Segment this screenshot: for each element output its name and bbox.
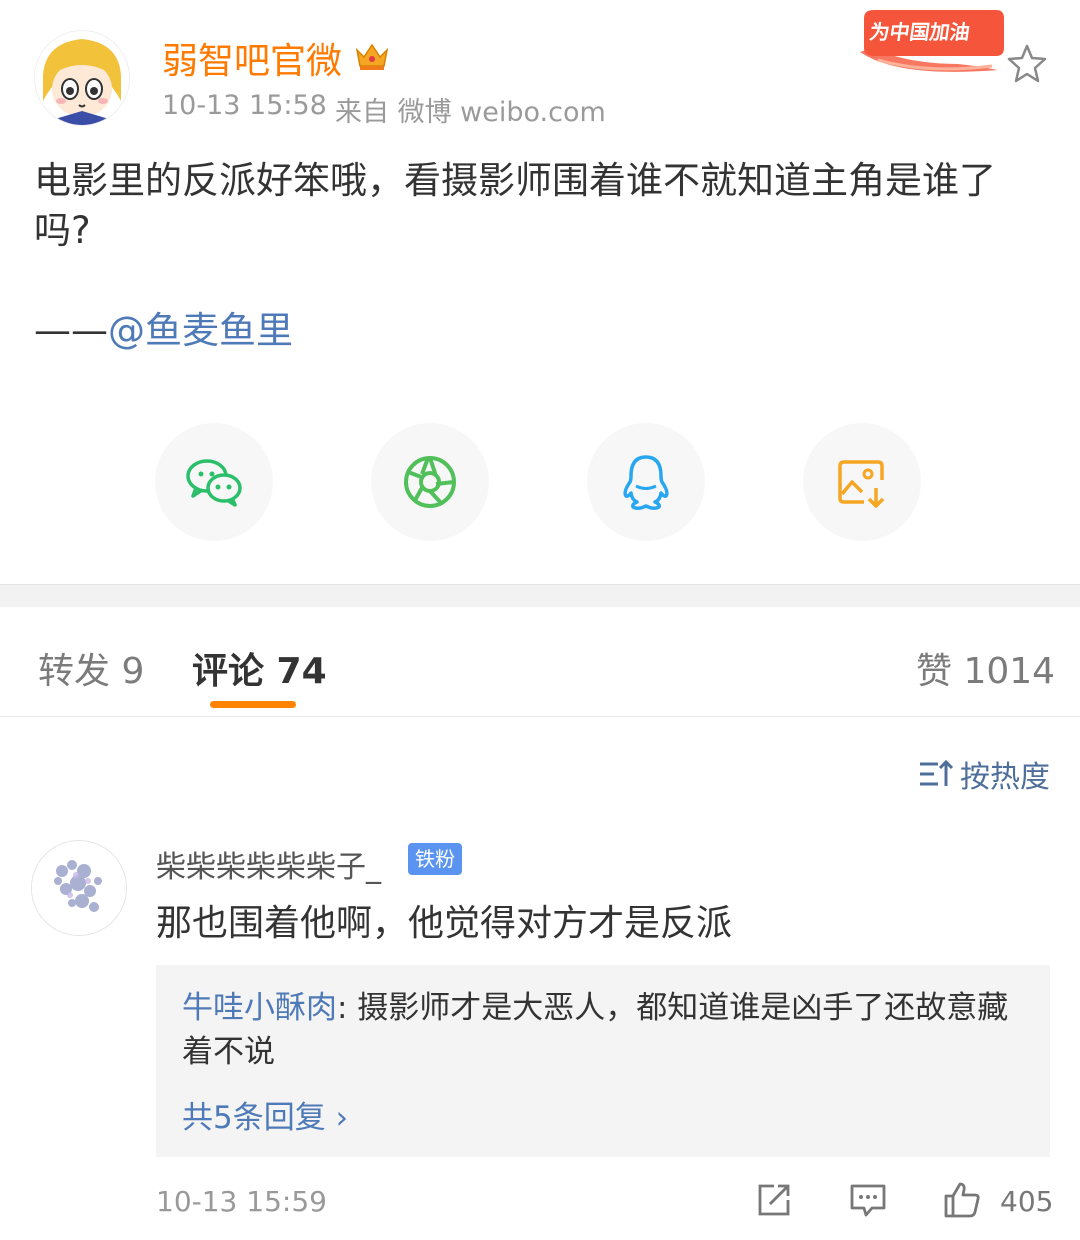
sort-by-hot-button[interactable]: 按热度	[918, 752, 1050, 796]
section-divider	[0, 584, 1080, 607]
active-tab-indicator	[210, 701, 296, 708]
crown-icon	[354, 40, 390, 72]
qq-icon	[623, 455, 669, 511]
reply-preview: 牛哇小酥肉: 摄影师才是大恶人，都知道谁是凶手了还故意藏着不说	[182, 986, 1022, 1074]
save-image-button[interactable]	[803, 423, 921, 541]
tab-repost[interactable]: 转发 9	[38, 642, 144, 694]
sort-icon	[920, 759, 954, 786]
post-time: 10-13 15:58	[162, 90, 327, 121]
signature-dash: ——	[34, 309, 108, 352]
commenter-name[interactable]: 柴柴柴柴柴柴子_	[156, 842, 381, 886]
like-thumb-icon[interactable]	[942, 1180, 982, 1220]
post-text: 电影里的反派好笨哦，看摄影师围着谁不就知道主角是谁了吗?	[34, 159, 996, 252]
repost-comment-icon[interactable]	[754, 1180, 794, 1220]
tab-likes[interactable]: 赞 1014	[916, 642, 1055, 694]
comment-avatar[interactable]	[31, 840, 127, 936]
fan-badge: 铁粉	[408, 843, 462, 875]
moments-icon	[404, 456, 456, 508]
save-image-icon	[838, 460, 885, 508]
comment-text: 那也围着他啊，他觉得对方才是反派	[156, 903, 733, 944]
tab-divider	[0, 716, 1080, 717]
post-signature: ——@鱼麦鱼里	[34, 306, 293, 356]
mention-link[interactable]: @鱼麦鱼里	[108, 309, 293, 352]
tab-comments[interactable]: 评论 74	[192, 642, 327, 694]
view-replies-link[interactable]: 共5条回复 ›	[182, 1092, 348, 1137]
like-count: 405	[1000, 1185, 1054, 1218]
author-name[interactable]: 弱智吧官微	[162, 32, 342, 84]
reply-user-link[interactable]: 牛哇小酥肉	[182, 990, 337, 1026]
author-avatar[interactable]	[34, 30, 130, 126]
reply-comment-icon[interactable]	[848, 1180, 888, 1220]
share-moments-button[interactable]	[371, 423, 489, 541]
sort-label: 按热度	[960, 760, 1050, 795]
post-source: 来自 微博 weibo.com	[335, 97, 606, 128]
wechat-icon	[186, 459, 242, 507]
comment-time: 10-13 15:59	[156, 1185, 327, 1218]
share-wechat-button[interactable]	[155, 423, 273, 541]
badge-text: 为中国加油	[868, 20, 972, 44]
favorite-star-icon[interactable]	[1006, 42, 1048, 84]
share-qq-button[interactable]	[587, 423, 705, 541]
